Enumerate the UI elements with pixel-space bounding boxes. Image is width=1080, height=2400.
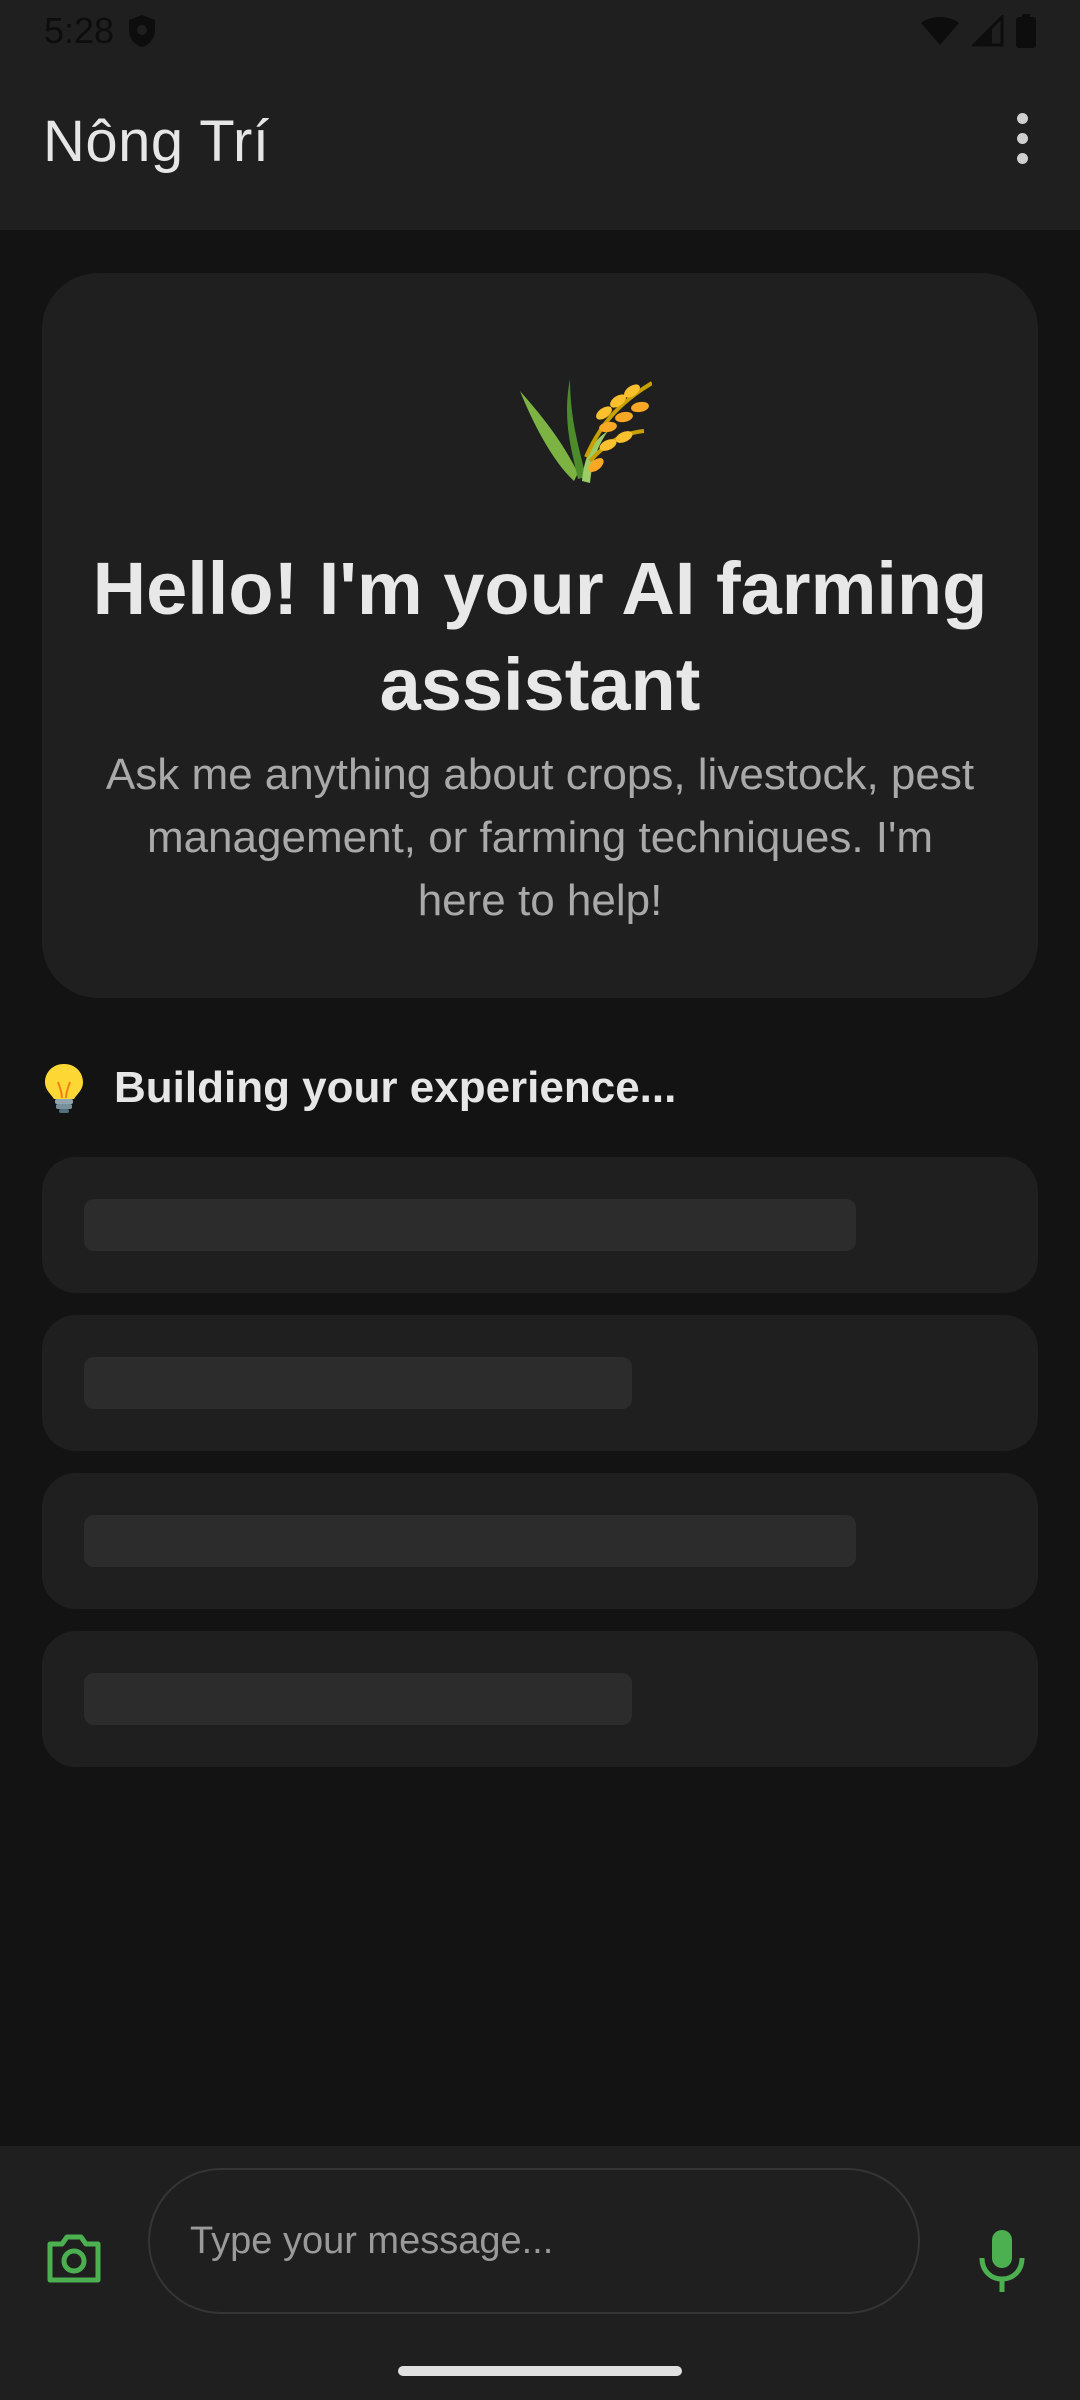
skeleton-line [84, 1515, 856, 1567]
welcome-title: Hello! I'm your AI farming assistant [92, 547, 988, 726]
status-bar: 5:28 [0, 0, 1080, 62]
skeleton-line [84, 1357, 632, 1409]
suggestion-skeleton-card [42, 1157, 1038, 1293]
signal-icon [972, 15, 1004, 47]
shield-icon [129, 15, 155, 47]
welcome-card: Hello! I'm your AI farming assistant Ask… [42, 273, 1038, 998]
lightbulb-icon [45, 1064, 83, 1113]
suggestions-title: Building your experience... [114, 1063, 677, 1112]
skeleton-line [84, 1673, 632, 1725]
status-time: 5:28 [44, 10, 115, 51]
message-composer [0, 2146, 1080, 2400]
more-options-button[interactable] [990, 102, 1054, 174]
battery-icon [1016, 14, 1036, 48]
message-input[interactable] [148, 2168, 920, 2314]
app-title: Nông Trí [43, 109, 270, 174]
microphone-icon[interactable] [976, 2228, 1028, 2294]
suggestion-skeleton-card [42, 1315, 1038, 1451]
suggestions-header: Building your experience... [42, 1058, 676, 1118]
suggestion-skeleton-card [42, 1631, 1038, 1767]
status-icons [920, 14, 1036, 48]
home-indicator[interactable] [398, 2366, 682, 2376]
camera-icon[interactable] [44, 2228, 104, 2288]
app-bar: Nông Trí [0, 62, 1080, 230]
suggestion-skeleton-card [42, 1473, 1038, 1609]
skeleton-line [84, 1199, 856, 1251]
wifi-icon [921, 17, 959, 45]
welcome-subtitle: Ask me anything about crops, livestock, … [105, 750, 975, 925]
rice-plant-icon [520, 379, 652, 483]
more-vert-icon [1016, 112, 1028, 124]
